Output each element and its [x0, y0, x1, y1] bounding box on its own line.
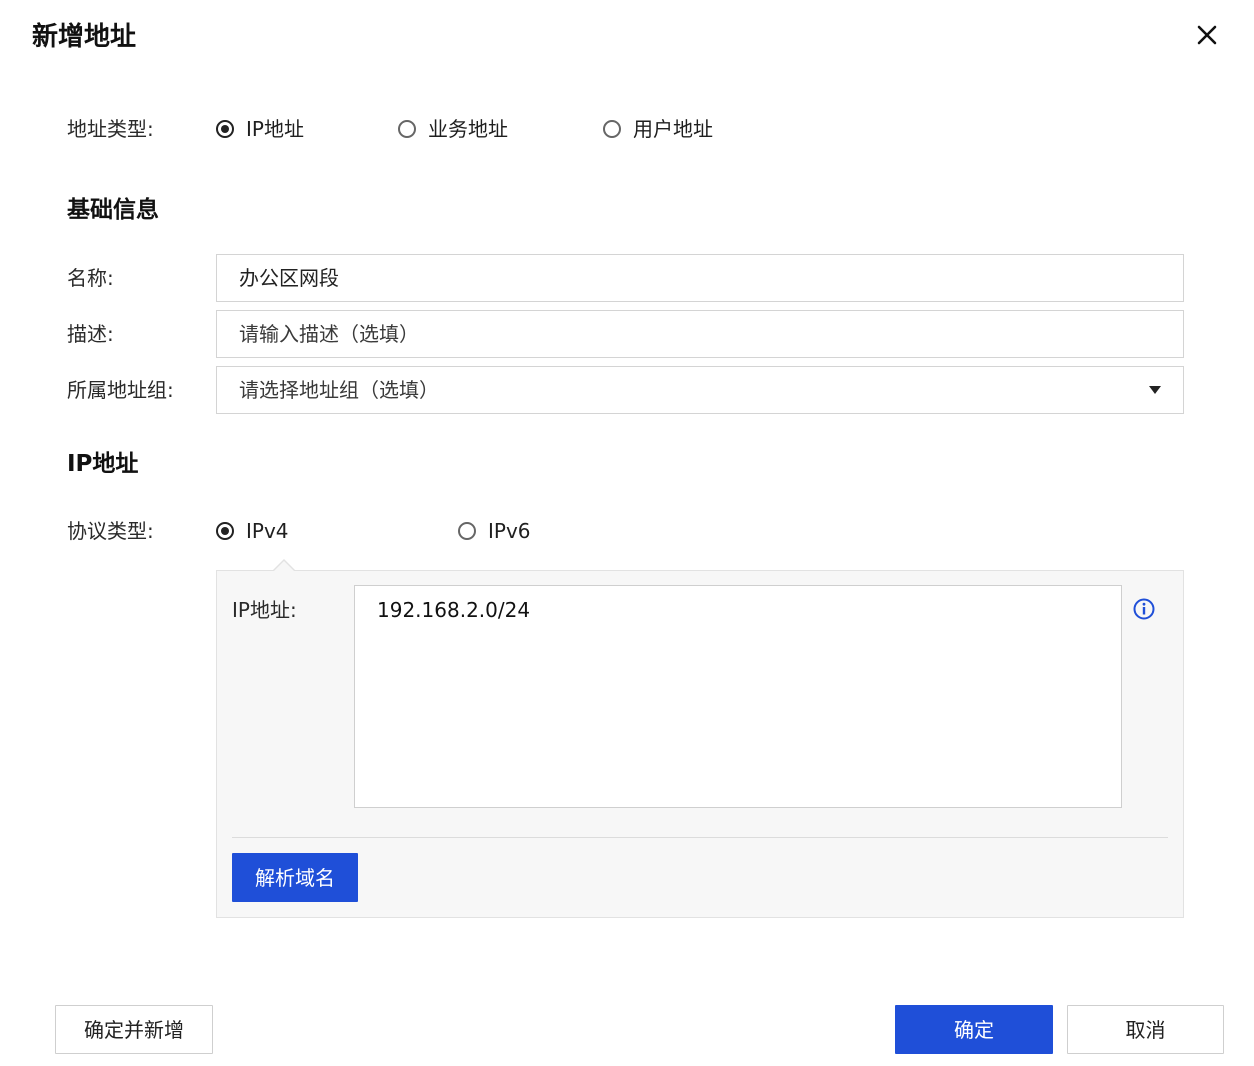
radio-label: IP地址 — [246, 117, 304, 141]
radio-label: 业务地址 — [428, 117, 508, 141]
radio-user-address[interactable]: 用户地址 — [603, 115, 713, 143]
address-type-label: 地址类型: — [67, 117, 154, 141]
radio-unchecked-icon — [458, 522, 476, 540]
ip-section-heading: IP地址 — [67, 451, 139, 477]
description-input[interactable]: 请输入描述（选填） — [216, 310, 1184, 358]
name-input[interactable]: 办公区网段 — [216, 254, 1184, 302]
panel-pointer-fill — [273, 561, 295, 572]
radio-checked-icon — [216, 120, 234, 138]
radio-label: IPv4 — [246, 519, 289, 543]
ip-address-textarea[interactable]: 192.168.2.0/24 — [354, 585, 1122, 808]
confirm-button[interactable]: 确定 — [895, 1005, 1053, 1054]
caret-down-icon — [1149, 386, 1161, 394]
radio-unchecked-icon — [603, 120, 621, 138]
address-group-select[interactable]: 请选择地址组（选填） — [216, 366, 1184, 414]
address-group-placeholder: 请选择地址组（选填） — [239, 378, 439, 402]
panel-divider — [232, 837, 1168, 838]
dialog-title: 新增地址 — [32, 22, 137, 52]
cancel-button[interactable]: 取消 — [1067, 1005, 1224, 1054]
confirm-and-add-button[interactable]: 确定并新增 — [55, 1005, 213, 1054]
description-label: 描述: — [67, 322, 114, 346]
close-icon[interactable] — [1190, 18, 1224, 52]
radio-ip-address[interactable]: IP地址 — [216, 115, 304, 143]
radio-label: IPv6 — [488, 519, 531, 543]
radio-label: 用户地址 — [633, 117, 713, 141]
radio-business-address[interactable]: 业务地址 — [398, 115, 508, 143]
basic-info-heading: 基础信息 — [67, 197, 159, 223]
ip-address-label: IP地址: — [232, 598, 297, 622]
protocol-type-label: 协议类型: — [67, 519, 154, 543]
address-group-label: 所属地址组: — [67, 378, 174, 402]
resolve-domain-button[interactable]: 解析域名 — [232, 853, 358, 902]
radio-unchecked-icon — [398, 120, 416, 138]
radio-checked-icon — [216, 522, 234, 540]
name-label: 名称: — [67, 266, 114, 290]
radio-ipv4[interactable]: IPv4 — [216, 517, 289, 545]
radio-ipv6[interactable]: IPv6 — [458, 517, 531, 545]
info-icon[interactable] — [1132, 597, 1156, 621]
